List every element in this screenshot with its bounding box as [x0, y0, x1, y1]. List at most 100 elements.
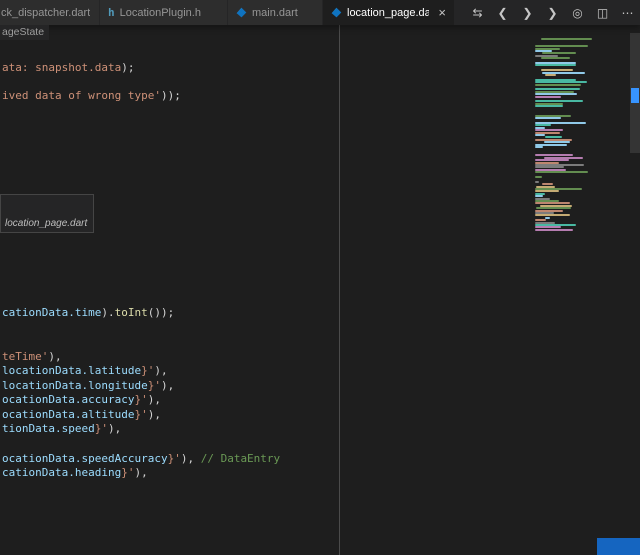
code-token-string: teTime': [2, 350, 48, 363]
code-line: locationData.latitude}'),: [2, 364, 168, 378]
code-line: ocationData.speedAccuracy}'), // DataEnt…: [2, 452, 280, 466]
minimap-line: [535, 117, 561, 119]
code-token-comment: // DataEntry: [201, 452, 280, 465]
tab-label: ck_dispatcher.dart: [1, 7, 90, 19]
tabs: ck_dispatcher.dart h LocationPlugin.h main.…: [0, 0, 455, 25]
code-line: ocationData.accuracy}'),: [2, 393, 161, 407]
code-line: ata: snapshot.data);: [2, 61, 134, 75]
code-token-plain: ),: [181, 452, 201, 465]
minimap-line: [535, 176, 542, 178]
minimap-line: [535, 229, 573, 231]
minimap-line: [535, 93, 577, 95]
code-token-plain: ),: [134, 466, 147, 479]
scrollbar-decoration-marker: [631, 88, 639, 103]
editor-left[interactable]: ata: snapshot.data); ived data of wrong t…: [0, 25, 339, 555]
code-token-string: ived data of wrong type': [2, 89, 161, 102]
code-line: ocationData.altitude}'),: [2, 408, 161, 422]
tab-label: main.dart: [252, 7, 298, 19]
minimap-line: [535, 214, 570, 216]
split-editor-icon[interactable]: ◫: [590, 0, 615, 25]
minimap-line: [535, 181, 539, 183]
minimap-line: [535, 171, 588, 173]
editor-split-divider[interactable]: [339, 25, 340, 555]
minimap[interactable]: [535, 36, 599, 246]
code-token-plain: ),: [108, 422, 121, 435]
code-token-variable: cationData.time: [2, 306, 101, 319]
dart-icon: [331, 7, 342, 18]
tab-label: LocationPlugin.h: [120, 7, 201, 19]
minimap-line: [535, 105, 563, 107]
code-token-variable: tionData.speed: [2, 422, 95, 435]
minimap-line: [535, 81, 587, 83]
minimap-line: [535, 84, 581, 86]
code-token-string: }': [148, 379, 161, 392]
minimap-line: [535, 219, 546, 221]
code-token-plain: ),: [154, 364, 167, 377]
breadcrumb[interactable]: ageState: [0, 25, 49, 40]
code-token-plain: ),: [161, 379, 174, 392]
code-token-plain: ).: [101, 306, 114, 319]
code-token-string: }': [168, 452, 181, 465]
tab-ck_dispatcher.dart[interactable]: ck_dispatcher.dart: [0, 0, 100, 25]
previous-change-icon[interactable]: ❮: [490, 0, 515, 25]
code-line: tionData.speed}'),: [2, 422, 121, 436]
minimap-line: [535, 96, 561, 98]
minimap-line: [535, 195, 543, 197]
tab-location_page.dart[interactable]: location_page.dart ×: [323, 0, 455, 25]
code-token-variable: cationData.heading: [2, 466, 121, 479]
minimap-line: [541, 38, 592, 40]
breadcrumb-label: ageState: [2, 26, 44, 38]
file-drag-tooltip: location_page.dart: [0, 194, 94, 233]
code-line: cationData.time).toInt());: [2, 306, 174, 320]
code-token-plain: ),: [148, 393, 161, 406]
minimap-line: [541, 57, 570, 59]
tab-main.dart[interactable]: main.dart: [228, 0, 323, 25]
next-change-icon[interactable]: ❯: [515, 0, 540, 25]
code-token-plain: ));: [161, 89, 181, 102]
code-line: locationData.longitude}'),: [2, 379, 174, 393]
minimap-line: [535, 64, 576, 66]
code-token-variable: locationData.longitude: [2, 379, 148, 392]
minimap-line: [535, 134, 545, 136]
tab-close-icon[interactable]: ×: [438, 6, 446, 19]
code-token-string: }': [95, 422, 108, 435]
code-token-variable: locationData.latitude: [2, 364, 141, 377]
scrollbar[interactable]: [630, 25, 640, 538]
tooltip-text: location_page.dart: [5, 218, 87, 229]
code-line: teTime'),: [2, 350, 62, 364]
code-line: ived data of wrong type'));: [2, 89, 181, 103]
h-file-icon: h: [108, 6, 115, 19]
minimap-line: [545, 74, 556, 76]
tab-bar: ck_dispatcher.dart h LocationPlugin.h main.…: [0, 0, 640, 25]
code-token-plain: );: [121, 61, 134, 74]
code-token-plain: ),: [148, 408, 161, 421]
code-token-string: }': [121, 466, 134, 479]
go-forward-icon[interactable]: ❯: [540, 0, 565, 25]
tab-LocationPlugin.h[interactable]: h LocationPlugin.h: [100, 0, 228, 25]
status-bar-corner[interactable]: [597, 538, 640, 555]
code-token-string: ata: snapshot.data: [2, 61, 121, 74]
minimap-line: [536, 207, 571, 209]
minimap-line: [541, 69, 573, 71]
dart-icon: [236, 7, 247, 18]
minimap-line: [535, 146, 543, 148]
run-icon[interactable]: ◎: [565, 0, 590, 25]
code-token-variable: ocationData.accuracy: [2, 393, 134, 406]
code-token-string: }': [134, 393, 147, 406]
code-token-function: toInt: [115, 306, 148, 319]
open-changes-icon[interactable]: ⇆: [465, 0, 490, 25]
minimap-line: [535, 129, 563, 131]
minimap-line: [544, 141, 570, 143]
minimap-line: [535, 45, 588, 47]
more-actions-icon[interactable]: ⋯: [615, 0, 640, 25]
code-token-string: }': [141, 364, 154, 377]
code-token-variable: ocationData.speedAccuracy: [2, 452, 168, 465]
minimap-line: [535, 159, 569, 161]
code-line: cationData.heading}'),: [2, 466, 148, 480]
tab-label: location_page.dart: [347, 7, 429, 19]
code-token-string: }': [134, 408, 147, 421]
code-token-plain: ),: [48, 350, 61, 363]
tab-actions: ⇆❮❯❯◎◫⋯: [465, 0, 640, 25]
code-token-variable: ocationData.altitude: [2, 408, 134, 421]
minimap-line: [542, 183, 553, 185]
